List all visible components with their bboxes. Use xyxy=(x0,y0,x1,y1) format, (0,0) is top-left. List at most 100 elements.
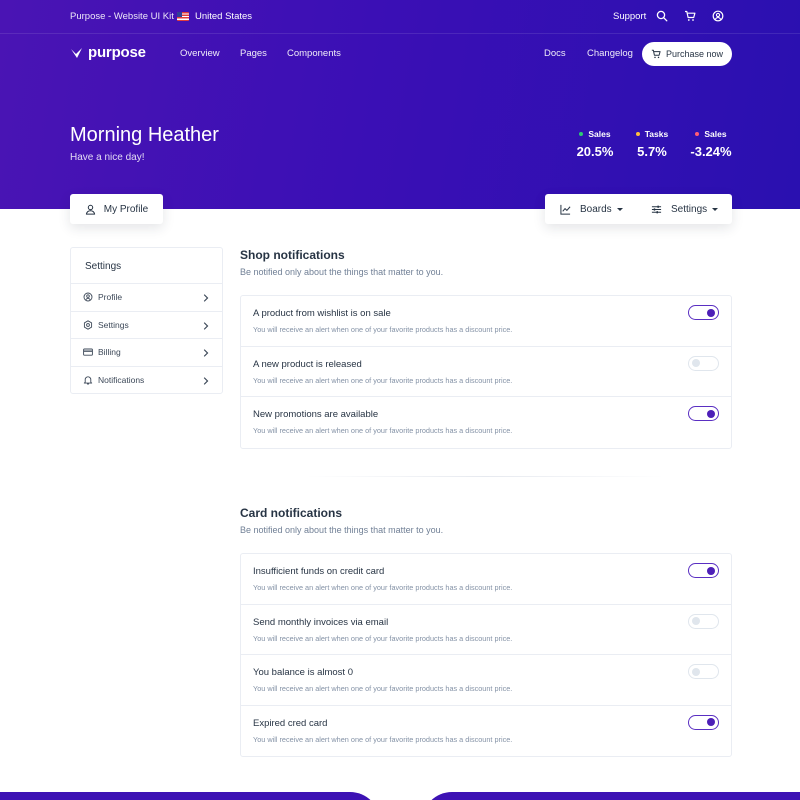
notification-title: A new product is released xyxy=(253,358,362,370)
green-dot-icon xyxy=(579,132,584,136)
hero-header: Purpose - Website UI Kit United States S… xyxy=(0,0,800,209)
sidebar-item-billing[interactable]: Billing xyxy=(71,339,222,367)
card-notifications-subtitle: Be notified only about the things that m… xyxy=(240,525,444,535)
notification-toggle[interactable] xyxy=(688,613,719,629)
stat-label: Sales xyxy=(704,129,727,139)
purchase-label: Purchase now xyxy=(665,49,724,59)
cart-icon xyxy=(651,49,661,59)
red-dot-icon xyxy=(695,132,700,136)
kit-brand-link[interactable]: Purpose - Website UI Kit xyxy=(70,11,174,22)
greeting-text: Have a nice day! xyxy=(70,152,145,163)
nav-docs[interactable]: Docs xyxy=(544,48,566,59)
notification-row: Expired cred card You will receive an al… xyxy=(241,706,731,757)
shop-notifications-list: A product from wishlist is on sale You w… xyxy=(240,295,732,449)
notification-toggle[interactable] xyxy=(688,305,719,320)
notification-row: Insufficient funds on credit card You wi… xyxy=(241,554,731,605)
stat-sales: Sales 20.5% xyxy=(575,129,615,159)
stat-value: 20.5% xyxy=(576,144,614,159)
purpose-logo[interactable]: purpose xyxy=(70,44,146,61)
sidebar-item-label: Settings xyxy=(98,319,129,330)
stat-label: Sales xyxy=(588,129,611,139)
notification-toggle[interactable] xyxy=(688,406,719,421)
chart-line-icon xyxy=(560,204,571,215)
nav-overview[interactable]: Overview xyxy=(180,48,220,59)
chevron-right-icon xyxy=(202,321,210,330)
notification-row: A new product is released You will recei… xyxy=(241,347,731,397)
stat-label: Tasks xyxy=(644,129,669,139)
notification-toggle[interactable] xyxy=(688,664,719,679)
orange-dot-icon xyxy=(635,132,640,136)
notification-title: Send monthly invoices via email xyxy=(253,616,389,628)
main-navbar: purpose Overview Pages Components Docs C… xyxy=(0,34,800,74)
user-circle-icon xyxy=(83,292,93,302)
chevron-down-icon xyxy=(712,207,719,211)
my-profile-button[interactable]: My Profile xyxy=(70,194,163,224)
chevron-right-icon xyxy=(202,294,210,302)
notification-description: You will receive an alert when one of yo… xyxy=(253,583,513,592)
support-link[interactable]: Support xyxy=(613,11,646,22)
notification-toggle[interactable] xyxy=(688,563,719,578)
shop-notifications-title: Shop notifications xyxy=(240,248,345,262)
notification-title: New promotions are available xyxy=(253,409,379,420)
action-button-group: Boards Settings xyxy=(545,194,732,224)
stat-value: 5.7% xyxy=(637,144,667,159)
sidebar-item-label: Billing xyxy=(98,347,121,358)
notification-title: You balance is almost 0 xyxy=(253,667,353,678)
notification-description: You will receive an alert when one of yo… xyxy=(253,633,513,643)
shop-notifications-subtitle: Be notified only about the things that m… xyxy=(240,267,444,277)
settings-dropdown[interactable]: Settings xyxy=(651,194,719,224)
nav-components[interactable]: Components xyxy=(287,48,341,59)
sidebar-title: Settings xyxy=(71,248,222,284)
purchase-now-button[interactable]: Purchase now xyxy=(642,42,732,66)
notification-description: You will receive an alert when one of yo… xyxy=(253,426,513,435)
gear-icon xyxy=(83,320,93,330)
stat-value: -3.24% xyxy=(690,144,732,159)
notification-title: A product from wishlist is on sale xyxy=(253,308,391,319)
notification-row: A product from wishlist is on sale You w… xyxy=(241,296,731,347)
sidebar-item-profile[interactable]: Profile xyxy=(71,284,222,312)
nav-changelog[interactable]: Changelog xyxy=(587,48,633,59)
credit-card-icon xyxy=(83,347,93,357)
logo-text: purpose xyxy=(88,44,146,61)
boards-dropdown[interactable]: Boards xyxy=(560,194,623,224)
notification-description: You will receive an alert when one of yo… xyxy=(253,734,513,744)
notification-row: New promotions are available You will re… xyxy=(241,397,731,448)
section-divider xyxy=(306,476,664,477)
chevron-right-icon xyxy=(202,349,210,357)
notification-description: You will receive an alert when one of yo… xyxy=(253,325,513,334)
user-icon xyxy=(85,204,95,215)
sidebar-item-settings[interactable]: Settings xyxy=(71,312,222,339)
country-selector[interactable]: United States xyxy=(195,11,252,22)
chevron-right-icon xyxy=(202,376,210,385)
sidebar-item-label: Notifications xyxy=(98,375,145,386)
stat-sales-negative: Sales -3.24% xyxy=(686,129,736,159)
bird-logo-icon xyxy=(71,47,82,58)
search-icon[interactable] xyxy=(656,10,668,22)
user-name-heading: Morning Heather xyxy=(70,124,219,146)
card-notifications-list: Insufficient funds on credit card You wi… xyxy=(240,553,732,757)
sidebar-item-label: Profile xyxy=(98,292,123,303)
stat-tasks: Tasks 5.7% xyxy=(632,129,672,159)
notification-description: You will receive an alert when one of yo… xyxy=(253,375,513,385)
user-circle-icon[interactable] xyxy=(712,10,724,22)
sidebar-item-notifications[interactable]: Notifications xyxy=(71,367,222,395)
notification-title: Expired cred card xyxy=(253,717,328,729)
notification-toggle[interactable] xyxy=(688,355,719,371)
cart-icon[interactable] xyxy=(684,10,696,22)
top-bar: Purpose - Website UI Kit United States S… xyxy=(0,0,800,34)
boards-label: Boards xyxy=(580,203,612,215)
card-notifications-title: Card notifications xyxy=(240,506,343,520)
nav-pages[interactable]: Pages xyxy=(240,48,267,59)
bell-icon xyxy=(83,375,93,385)
notification-toggle[interactable] xyxy=(688,714,719,730)
settings-sidebar: Settings Profile Settings Billing Notifi… xyxy=(70,247,223,394)
notification-description: You will receive an alert when one of yo… xyxy=(253,684,513,693)
notification-row: Send monthly invoices via email You will… xyxy=(241,605,731,655)
footer-decoration xyxy=(0,792,800,800)
my-profile-label: My Profile xyxy=(103,203,149,215)
flag-icon[interactable] xyxy=(177,12,189,21)
settings-label: Settings xyxy=(671,203,708,215)
sliders-icon xyxy=(651,205,662,213)
chevron-down-icon xyxy=(616,207,623,211)
notification-title: Insufficient funds on credit card xyxy=(253,566,385,577)
